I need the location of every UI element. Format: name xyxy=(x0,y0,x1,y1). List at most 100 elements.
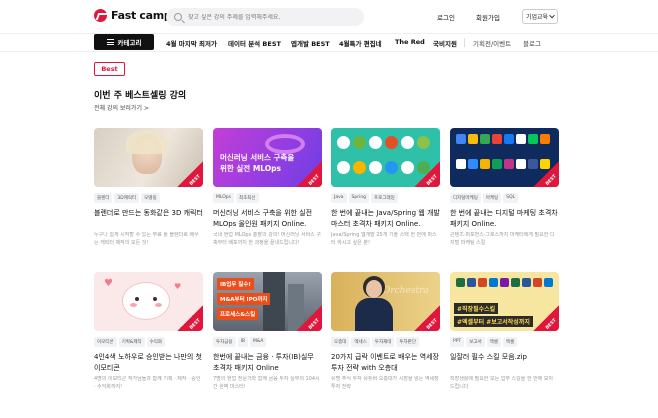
course-thumbnail[interactable]: Orchestra BEST xyxy=(331,272,440,331)
heart-icon: ♥ xyxy=(174,282,182,291)
course-thumbnail[interactable]: ♥ ♥ BEST xyxy=(94,272,203,331)
tag: 3D캐릭터 xyxy=(114,193,140,203)
login-link[interactable]: 로그인 xyxy=(437,12,455,22)
tool-icon xyxy=(456,134,466,144)
office-app-icons xyxy=(456,278,553,300)
tag: 블렌더 xyxy=(94,193,113,203)
signup-link[interactable]: 회원가입 xyxy=(476,12,500,22)
tool-icon xyxy=(516,159,526,169)
tag: 수익화 xyxy=(146,337,166,347)
course-title[interactable]: 일잘러 필수 스킬 모음.zip xyxy=(450,352,559,363)
thumbnail-headline: 머신러닝 서비스 구축을 위한 실전 MLOps xyxy=(220,153,295,173)
course-description: 국내 현업 MLOps 총괄의 강의! 머신러닝 서비스 구축부터 배포까지 한… xyxy=(213,232,321,246)
course-title[interactable]: 한 번에 끝내는 Java/Spring 웹 개발 마스터 초격차 패키지 On… xyxy=(331,208,440,229)
main-nav: 카테고리 4월 마지막 최저가 데이터 분석 BEST 엡개발 BEST 4월특… xyxy=(0,34,658,52)
course-title[interactable]: 한 번에 끝내는 디지털 마케팅 초격차 패키지 Online. xyxy=(450,208,559,229)
person-face-shape xyxy=(366,280,382,298)
tag-list: 블렌더 3D캐릭터 모델링 xyxy=(94,193,160,203)
menu-icon xyxy=(106,39,114,45)
nav-item-april-special[interactable]: 4월특가 편집네 xyxy=(339,38,382,48)
thumbnail-labels: IB업무 필수! M&A부터 IPO까지 프로세스&스킬 xyxy=(217,278,271,320)
course-thumbnail[interactable]: IB업무 필수! M&A부터 IPO까지 프로세스&스킬 BEST xyxy=(213,272,322,331)
nav-item-gov-support[interactable]: 국비지원 xyxy=(433,38,457,48)
nav-item-the-red[interactable]: The Red xyxy=(395,38,425,46)
best-ribbon: BEST xyxy=(414,305,440,331)
course-thumbnail[interactable]: 머신러닝 서비스 구축을 위한 실전 MLOps BEST xyxy=(213,128,322,187)
course-description: 누구나 쉽게 시작할 수 있는 무료 툴 블렌더로 배우는 캐릭터 제작의 모든… xyxy=(94,232,199,246)
best-ribbon-label: BEST xyxy=(308,174,321,187)
thumbnail-label: M&A부터 IPO까지 xyxy=(217,293,271,305)
tag-list: Java Spring 프로그래밍 xyxy=(331,193,398,203)
best-ribbon-label: BEST xyxy=(426,318,439,331)
tag: 투자재테 xyxy=(371,337,395,347)
tool-icon xyxy=(401,160,414,174)
best-ribbon: BEST xyxy=(533,161,559,187)
character-hair-shape xyxy=(126,130,168,154)
tool-icon xyxy=(492,134,502,144)
thumbnail-label: #직장필수스킬 xyxy=(454,303,499,314)
course-thumbnail[interactable]: #직장필수스킬 #엑셀부터 #보고서작성까지 BEST xyxy=(450,272,559,331)
course-description: 4명의 이모티콘 작가님들과 함께 기획 · 제작 · 승인 · 수익화까지! xyxy=(94,376,201,390)
java-icon xyxy=(337,136,350,149)
tool-icon xyxy=(337,160,350,174)
search-input[interactable] xyxy=(188,13,358,21)
tag: M&A xyxy=(249,337,267,347)
nav-item-data-best[interactable]: 데이터 분석 BEST xyxy=(228,38,281,48)
category-button[interactable]: 카테고리 xyxy=(94,34,154,50)
excel-icon xyxy=(456,278,465,287)
best-ribbon: BEST xyxy=(177,305,203,331)
business-dropdown[interactable]: 기업교육 xyxy=(522,9,558,24)
excel-icon xyxy=(511,278,520,287)
course-title[interactable]: 머신러닝 서비스 구축을 위한 실전 MLOps 올인원 패키지 Online. xyxy=(213,208,322,229)
course-title[interactable]: 블렌더로 만드는 동화같은 3D 캐릭터 xyxy=(94,208,203,219)
tag-list: 오층대 액세스 투자재테 투자판단 xyxy=(331,337,419,347)
tag: 보고서 xyxy=(466,337,485,347)
course-thumbnail[interactable]: BEST xyxy=(331,128,440,187)
cheek-shape xyxy=(155,303,162,307)
thumbnail-script-text: Orchestra xyxy=(383,286,429,296)
eye-shape xyxy=(153,297,157,301)
tag-list: 디지털마케팅 마케팅 SQL xyxy=(450,193,519,203)
tag: 엑셀 xyxy=(486,337,501,347)
search-icon xyxy=(174,13,182,21)
outlook-icon xyxy=(544,278,553,287)
course-title[interactable]: 한번에 끝내는 금융 · 투자(IB)실무 초격차 패키지 Online xyxy=(213,352,322,373)
course-thumbnail[interactable]: BEST xyxy=(450,128,559,187)
heart-icon: ♥ xyxy=(104,278,113,289)
tool-icon xyxy=(480,134,490,144)
thumbnail-label: 프로세스&스킬 xyxy=(217,308,259,320)
tag: PPT xyxy=(450,337,465,347)
nav-item-web-best[interactable]: 엡개발 BEST xyxy=(291,38,330,48)
tool-icon xyxy=(516,134,526,144)
view-all-link[interactable]: 전체 강의 보러가기 > xyxy=(94,103,149,112)
tag: 마케팅 xyxy=(482,193,502,203)
tag: 최초최신 xyxy=(235,193,259,203)
course-thumbnail[interactable]: BEST xyxy=(94,128,203,187)
tag: 이모티콘 xyxy=(94,337,117,347)
nav-item-blog[interactable]: 블로그 xyxy=(523,38,541,48)
course-title[interactable]: 20가지 급락 이벤트로 배우는 역세장 투자 전략 with 오층대 xyxy=(331,352,440,373)
tag: 모델링 xyxy=(141,193,160,203)
tool-icon xyxy=(480,159,490,169)
best-ribbon: BEST xyxy=(177,161,203,187)
person-suit-shape xyxy=(355,298,393,331)
search-bar[interactable] xyxy=(166,8,364,26)
category-label: 카테고리 xyxy=(117,39,142,47)
chevron-down-icon xyxy=(549,12,555,18)
best-ribbon-label: BEST xyxy=(426,174,439,187)
best-ribbon: BEST xyxy=(533,305,559,331)
tool-icon xyxy=(492,159,502,169)
tag: Spring xyxy=(348,193,370,203)
tool-icon xyxy=(528,134,538,144)
thumbnail-labels: #직장필수스킬 #엑셀부터 #보고서작성까지 xyxy=(454,303,533,327)
tag: 엑셀 xyxy=(502,337,518,347)
tool-icon xyxy=(456,159,466,169)
tag: MLOps xyxy=(213,193,234,203)
nav-item-events[interactable]: 기획전/이벤트 xyxy=(473,38,511,48)
nav-item-april-lowest[interactable]: 4월 마지막 최저가 xyxy=(166,38,217,48)
tool-icon xyxy=(353,160,366,174)
tool-icon xyxy=(369,136,382,149)
course-title[interactable]: 4인4색 노하우로 승인받는 나만의 첫 이모티콘 xyxy=(94,352,203,373)
nav-divider xyxy=(464,38,465,47)
best-ribbon: BEST xyxy=(296,161,322,187)
